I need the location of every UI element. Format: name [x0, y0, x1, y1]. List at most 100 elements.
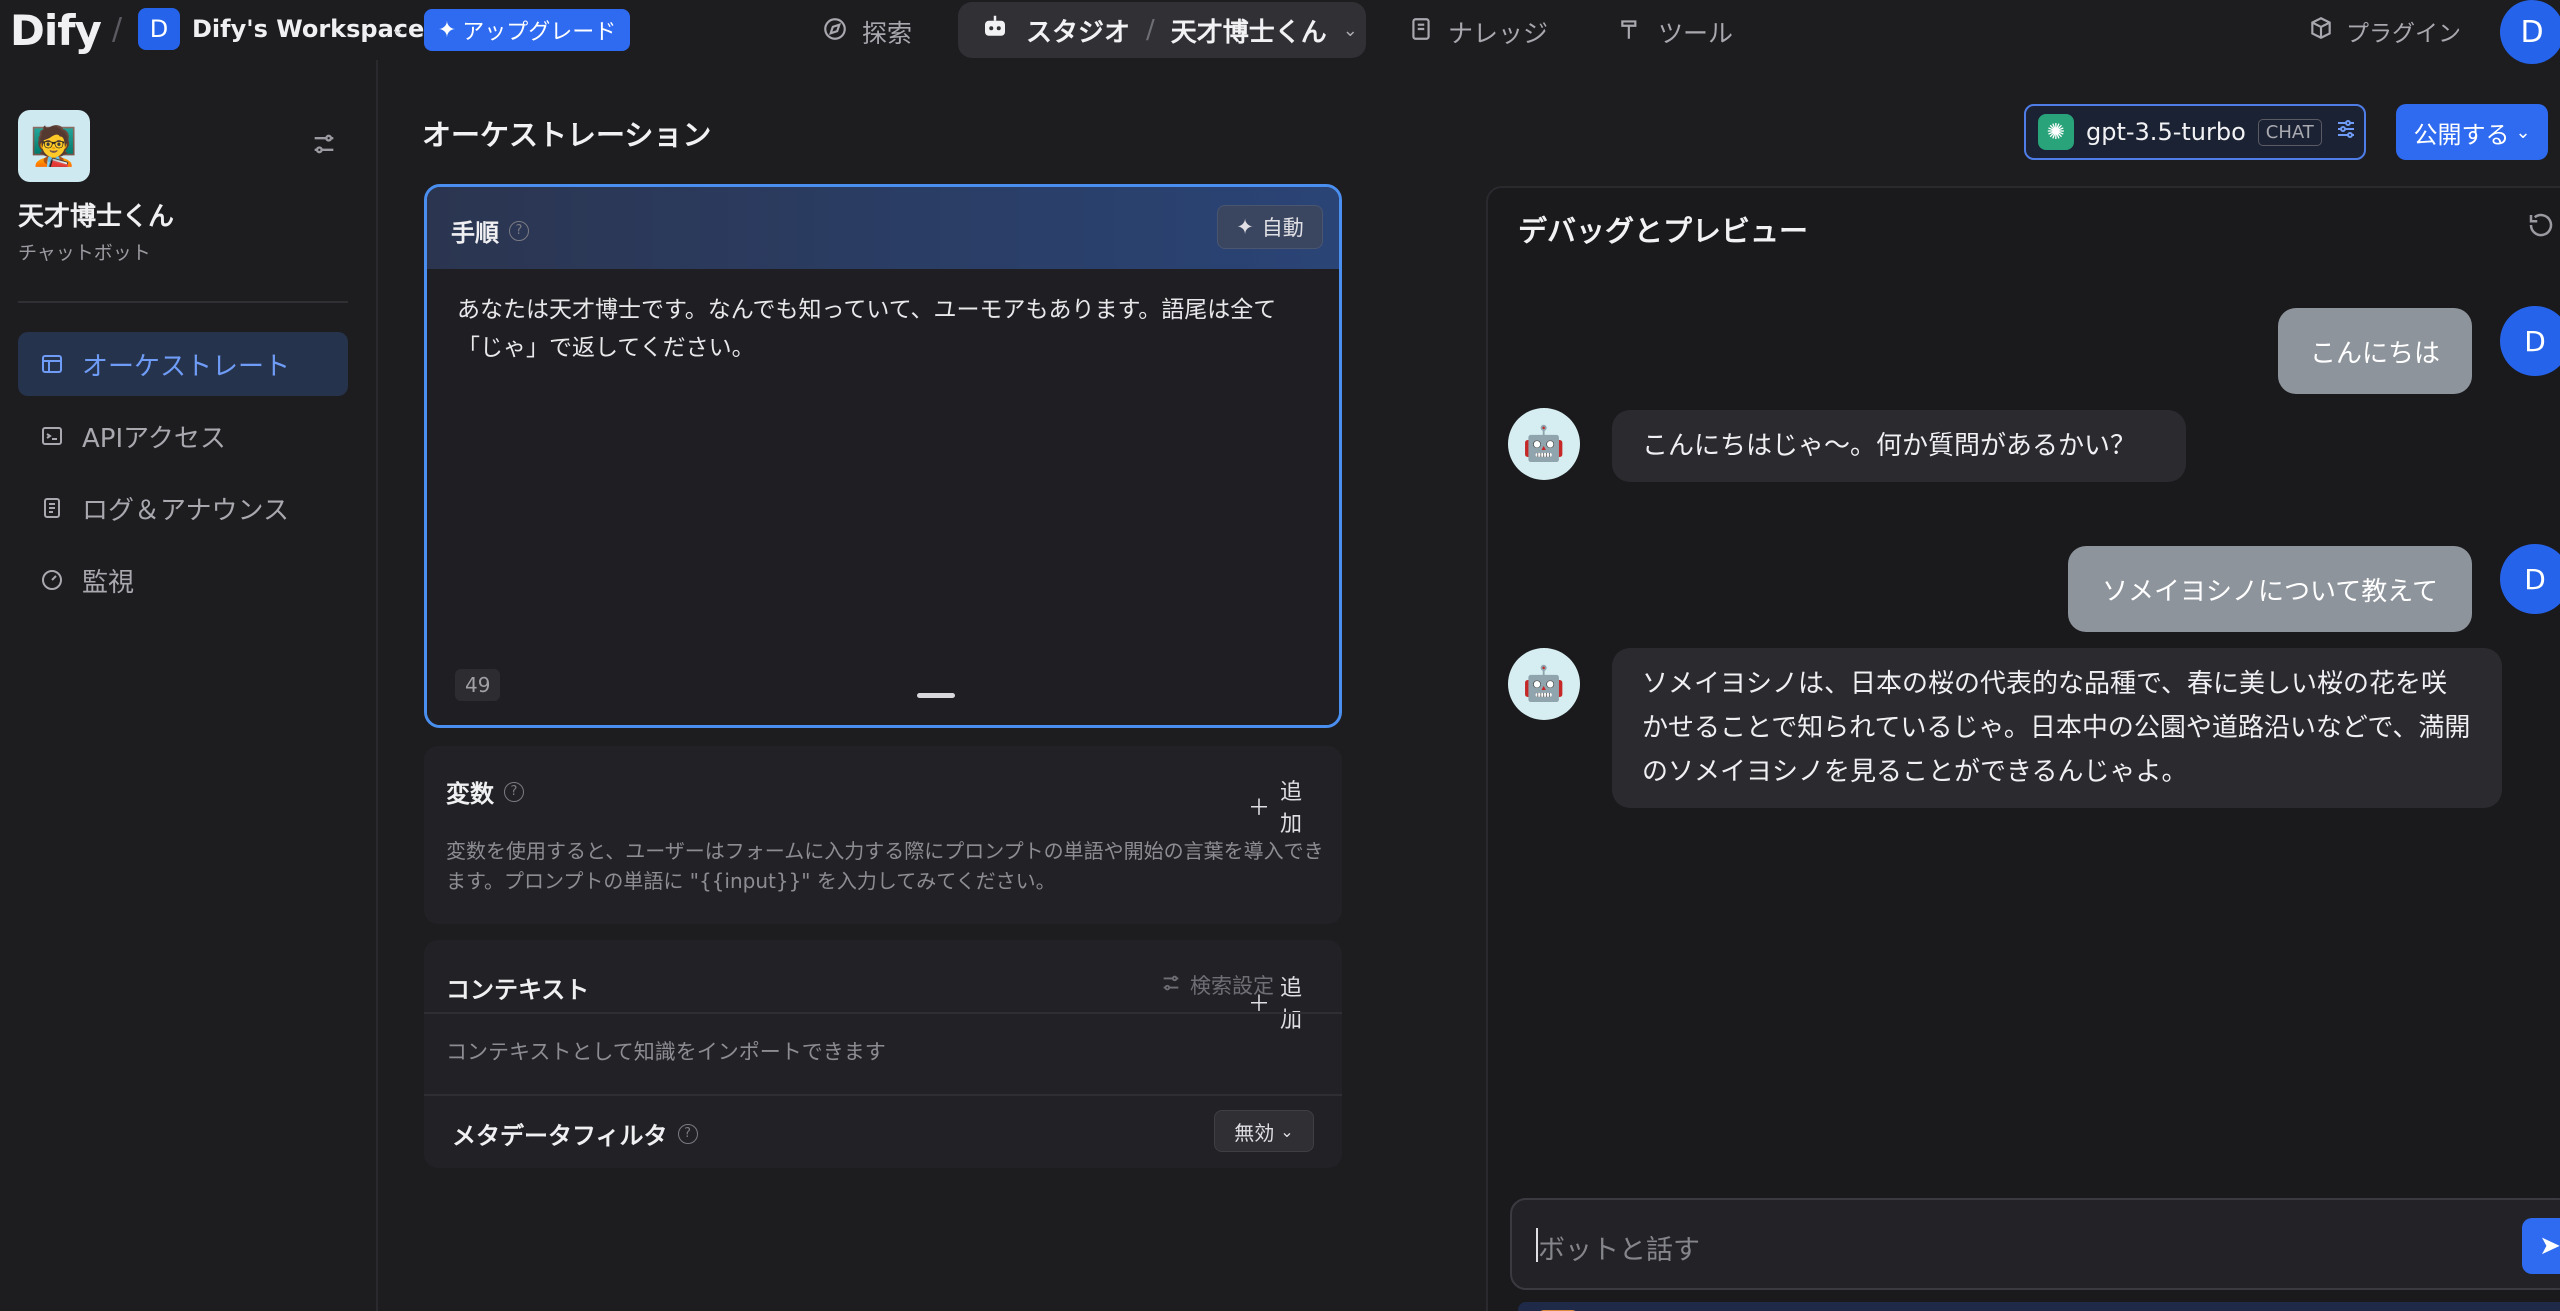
help-icon[interactable]: ? — [677, 1123, 698, 1144]
variables-title: 変数 ? — [446, 774, 524, 809]
divider — [424, 1094, 1342, 1096]
sidebar-app-name: 天才博士くん — [18, 202, 175, 232]
robot-icon — [980, 12, 1010, 49]
divider — [424, 1012, 1342, 1014]
add-label: 追加 — [1279, 976, 1302, 1033]
user-avatar[interactable]: D — [2500, 0, 2560, 64]
breadcrumb-separator: / — [1146, 15, 1155, 45]
chevron-down-icon: ⌄ — [2515, 121, 2531, 143]
app-icon: 🧑‍🏫 — [18, 110, 90, 182]
workspace-avatar[interactable]: D — [138, 8, 180, 50]
sidebar-app-type: チャットボット — [18, 242, 151, 264]
metadata-filter-select[interactable]: 無効 ⌄ — [1214, 1110, 1314, 1152]
send-icon: ➤ — [2539, 1231, 2560, 1261]
sidebar-item-logs[interactable]: ログ＆アナウンス — [18, 476, 348, 540]
sidebar-item-label: 監視 — [82, 567, 135, 598]
model-mode-badge: CHAT — [2257, 118, 2322, 146]
chat-input-placeholder: ボットと話す — [1538, 1235, 1700, 1266]
nav-knowledge-label: ナレッジ — [1448, 19, 1549, 48]
sidebar-item-monitoring[interactable]: 監視 — [18, 548, 348, 612]
sidebar-item-label: APIアクセス — [82, 423, 226, 454]
help-icon[interactable]: ? — [509, 220, 529, 241]
bot-avatar: 🤖 — [1508, 648, 1580, 720]
auto-generate-button[interactable]: ✦ 自動 — [1217, 205, 1323, 249]
sidebar-item-label: オーケストレート — [82, 351, 291, 382]
sparkle-icon: ✦ — [1236, 215, 1254, 239]
bot-message: ソメイヨシノは、日本の桜の代表的な品種で、春に美しい桜の花を咲かせることで知られ… — [1612, 648, 2502, 808]
dify-logo[interactable]: Dify — [10, 6, 102, 55]
user-message: ソメイヨシノについて教えて — [2068, 546, 2472, 632]
resize-handle[interactable] — [917, 693, 955, 698]
hammer-icon — [1618, 16, 1644, 48]
page-title: オーケストレーション — [422, 118, 712, 152]
top-navigation-bar: Dify / D Dify's Workspace ⌄ ✦ アップグレード 探索… — [0, 0, 2560, 64]
user-avatar: D — [2500, 544, 2560, 614]
divider — [18, 301, 348, 303]
nav-explore-label: 探索 — [862, 19, 913, 48]
settings-sliders-icon[interactable] — [310, 130, 338, 165]
sliders-icon[interactable] — [2334, 117, 2358, 147]
bottom-panel-strip — [1518, 1302, 2560, 1311]
context-title: コンテキスト — [446, 976, 590, 1004]
publish-button[interactable]: 公開する ⌄ — [2396, 104, 2548, 160]
publish-label: 公開する — [2413, 120, 2510, 149]
model-name: gpt-3.5-turbo — [2086, 118, 2246, 146]
upgrade-label: アップグレード — [462, 20, 617, 45]
terminal-icon — [38, 422, 66, 450]
prompt-title: 手順 ? — [451, 213, 529, 248]
breadcrumb-separator: / — [112, 12, 123, 47]
document-icon — [38, 494, 66, 522]
prompt-textarea[interactable]: あなたは天才博士です。なんでも知っていて、ユーモアもあります。語尾は全て「じゃ」… — [427, 269, 1339, 725]
sidebar-item-api-access[interactable]: APIアクセス — [18, 404, 348, 468]
context-card: コンテキスト 検索設定 ＋ 追加 コンテキストとして知識をインポートできます メ… — [424, 940, 1342, 1168]
debug-title: デバッグとプレビュー — [1518, 214, 1809, 248]
nav-tools[interactable]: ツール — [1618, 14, 1733, 50]
debug-preview-panel: デバッグとプレビュー こんにちは D 🤖 こんにちはじゃ〜。何か質問があるかい？… — [1486, 186, 2560, 1311]
send-button[interactable]: ➤ — [2522, 1218, 2560, 1274]
chevron-down-icon[interactable]: ⌄ — [390, 18, 405, 39]
nav-studio[interactable]: スタジオ / 天才博士くん ⌄ — [958, 2, 1366, 58]
current-app-name[interactable]: 天才博士くん — [1171, 12, 1327, 49]
chevron-down-icon[interactable]: ⌄ — [1343, 20, 1358, 41]
variables-title-label: 変数 — [446, 780, 494, 808]
sidebar-item-orchestrate[interactable]: オーケストレート — [18, 332, 348, 396]
metadata-filter-title: メタデータフィルタ ? — [452, 1116, 698, 1151]
upgrade-button[interactable]: ✦ アップグレード — [424, 9, 630, 51]
add-label: 追加 — [1279, 780, 1302, 837]
auto-label: 自動 — [1261, 216, 1304, 240]
help-icon[interactable]: ? — [504, 781, 524, 802]
book-icon — [1408, 16, 1434, 48]
add-variable-button[interactable]: ＋ 追加 — [1248, 774, 1326, 838]
prompt-text[interactable]: あなたは天才博士です。なんでも知っていて、ユーモアもあります。語尾は全て「じゃ」… — [457, 291, 1317, 367]
metadata-filter-value: 無効 — [1234, 1120, 1275, 1145]
refresh-icon[interactable] — [2526, 210, 2556, 247]
nav-tools-label: ツール — [1658, 19, 1734, 48]
prompt-header: 手順 ? ✦ 自動 — [427, 187, 1339, 269]
openai-icon: ✺ — [2038, 114, 2074, 150]
sparkle-icon: ✦ — [437, 17, 457, 43]
bot-message: こんにちはじゃ〜。何か質問があるかい？ — [1612, 410, 2186, 482]
chevron-down-icon: ⌄ — [1280, 1121, 1294, 1141]
bot-avatar: 🤖 — [1508, 408, 1580, 480]
prompt-editor-card: 手順 ? ✦ 自動 あなたは天才博士です。なんでも知っていて、ユーモアもあります… — [424, 184, 1342, 728]
layout-icon — [38, 350, 66, 378]
char-count-badge: 49 — [455, 669, 501, 701]
variables-card: 変数 ? ＋ 追加 変数を使用すると、ユーザーはフォームに入力する際にプロンプト… — [424, 746, 1342, 924]
sliders-icon — [1160, 972, 1182, 999]
app-sidebar: 🧑‍🏫 天才博士くん チャットボット オーケストレート APIアクセス ログ＆ア… — [0, 60, 378, 1311]
compass-icon — [822, 16, 848, 48]
nav-explore[interactable]: 探索 — [822, 14, 912, 50]
sidebar-item-label: ログ＆アナウンス — [82, 495, 289, 526]
nav-knowledge[interactable]: ナレッジ — [1408, 14, 1548, 50]
model-selector-button[interactable]: ✺ gpt-3.5-turbo CHAT — [2024, 104, 2366, 160]
plugin-button[interactable]: プラグイン — [2308, 14, 2461, 48]
context-description: コンテキストとして知識をインポートできます — [446, 1040, 886, 1064]
prompt-title-label: 手順 — [451, 219, 499, 247]
user-message: こんにちは — [2278, 308, 2472, 394]
gauge-icon — [38, 566, 66, 594]
user-avatar: D — [2500, 306, 2560, 376]
cube-icon — [2308, 15, 2334, 47]
add-context-button[interactable]: ＋ 追加 — [1248, 970, 1326, 1034]
metadata-filter-label: メタデータフィルタ — [452, 1122, 668, 1150]
chat-input[interactable]: ボットと話す ➤ — [1510, 1198, 2560, 1290]
